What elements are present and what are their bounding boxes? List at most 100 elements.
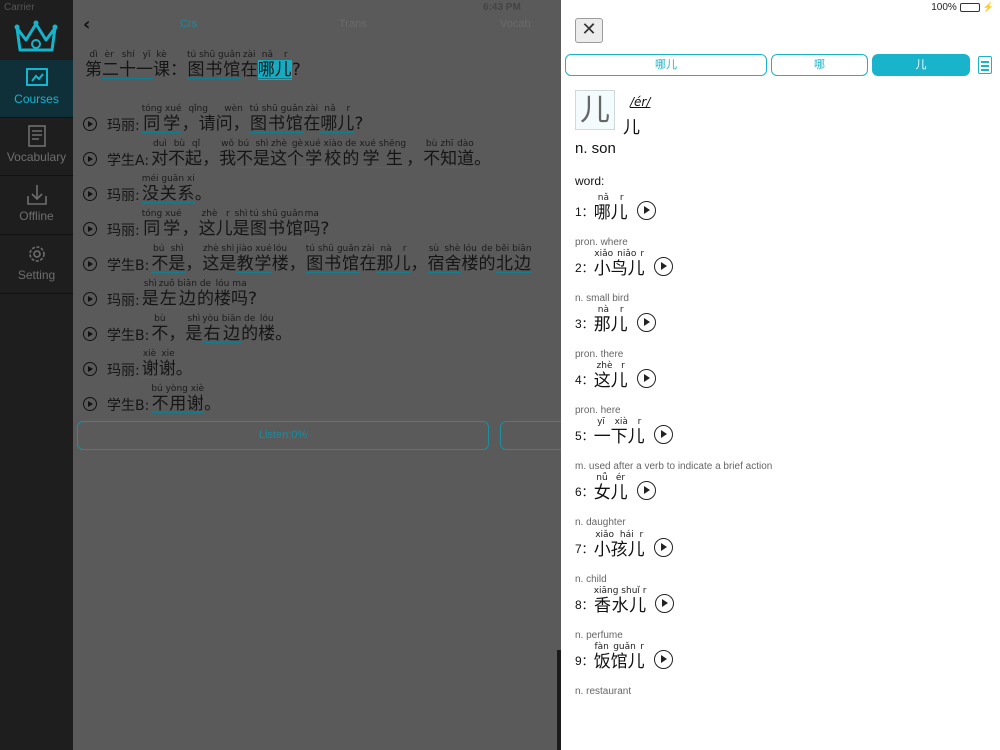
word-segment[interactable]: 不用谢bú yòng xiè xyxy=(151,384,204,413)
word-segment[interactable]: ， xyxy=(185,254,202,273)
segment-char-er[interactable]: 儿 xyxy=(872,54,970,76)
word-segment[interactable]: 知道zhī dào xyxy=(440,139,474,168)
word-segment[interactable]: ? xyxy=(248,291,257,308)
word-segment[interactable]: 教学jiào xué xyxy=(236,244,271,273)
word-segment[interactable]: 对不起duì bù qǐ xyxy=(151,139,202,168)
word-segment[interactable]: ，请问，qǐng wèn xyxy=(182,104,250,133)
word-segment[interactable]: 是shì xyxy=(142,279,159,308)
word-segment[interactable]: 图书馆tú shū guǎn xyxy=(306,244,360,273)
secondary-button[interactable] xyxy=(500,421,561,450)
word-segment[interactable]: 不bù xyxy=(423,139,440,168)
word-segment[interactable]: ， xyxy=(202,149,219,168)
sidebar-item-offline[interactable]: Offline xyxy=(0,177,73,235)
word-text[interactable]: 哪儿nǎ r xyxy=(594,193,628,223)
word-segment[interactable]: 吗ma xyxy=(303,209,320,238)
word-text[interactable]: 小孩儿xiǎo hái r xyxy=(594,530,645,560)
word-segment[interactable]: 第dì xyxy=(85,50,102,80)
word-segment[interactable]: 右边yòu biān xyxy=(202,314,241,343)
listen-button[interactable]: Listen:0% xyxy=(77,421,489,450)
word-segment[interactable]: 楼lóu xyxy=(214,279,231,308)
word-segment[interactable]: 同学tóng xué xyxy=(142,104,182,133)
play-icon[interactable] xyxy=(83,152,97,166)
tab-trans[interactable]: Trans xyxy=(339,18,367,30)
play-icon[interactable] xyxy=(83,222,97,236)
word-segment[interactable]: 的de xyxy=(197,279,214,308)
word-segment[interactable]: 是shì xyxy=(185,314,202,343)
word-segment[interactable]: 是shì xyxy=(233,209,250,238)
word-segment[interactable]: ， xyxy=(182,219,199,238)
word-text[interactable]: 女儿nǚ ér xyxy=(594,473,628,503)
word-segment[interactable]: 不是bú shì xyxy=(151,244,185,273)
word-segment[interactable]: 。 xyxy=(176,359,193,378)
word-segment[interactable]: 楼lóu xyxy=(258,314,275,343)
word-text[interactable]: 香水儿xiāng shuǐ r xyxy=(594,586,647,616)
word-segment[interactable]: 。 xyxy=(474,149,491,168)
word-segment[interactable]: 二十一èr shí yī xyxy=(102,50,153,80)
play-icon[interactable] xyxy=(655,594,675,613)
word-text[interactable]: 这儿zhè r xyxy=(594,361,628,391)
play-icon[interactable] xyxy=(83,292,97,306)
word-segment[interactable]: 学生xué shēng xyxy=(359,139,406,168)
play-icon[interactable] xyxy=(83,187,97,201)
word-segment[interactable]: 在zài xyxy=(241,50,258,80)
word-segment[interactable]: 。 xyxy=(204,394,221,413)
word-segment[interactable]: 那儿nà r xyxy=(376,244,410,273)
word-segment[interactable]: ? xyxy=(292,60,301,80)
tab-vocab[interactable]: Vocab xyxy=(500,18,531,30)
word-segment[interactable]: 不bù xyxy=(151,314,168,343)
segment-char-na[interactable]: 哪 xyxy=(771,54,868,76)
play-icon[interactable] xyxy=(83,257,97,271)
word-text[interactable]: 饭馆儿fàn guǎn r xyxy=(594,642,645,672)
word-segment[interactable]: ? xyxy=(320,221,329,238)
segment-word[interactable]: 哪儿 xyxy=(565,54,767,76)
tab-crs[interactable]: Crs xyxy=(180,18,197,30)
play-icon[interactable] xyxy=(636,369,656,388)
word-segment[interactable]: ： xyxy=(170,60,187,80)
word-segment[interactable]: 图书馆tú shū guǎn xyxy=(250,104,304,133)
word-segment[interactable]: 不是bú shì xyxy=(236,139,270,168)
word-text[interactable]: 一下儿yī xià r xyxy=(594,417,645,447)
word-segment[interactable]: 这儿zhè r xyxy=(199,209,233,238)
play-icon[interactable] xyxy=(653,257,673,276)
word-segment[interactable]: 是shì xyxy=(219,244,236,273)
play-icon[interactable] xyxy=(636,201,656,220)
word-segment[interactable]: 在zài xyxy=(359,244,376,273)
word-segment[interactable]: 图书馆tú shū guǎn xyxy=(250,209,304,238)
play-icon[interactable] xyxy=(83,117,97,131)
sidebar-item-setting[interactable]: Setting xyxy=(0,236,73,294)
back-button[interactable]: ‹ xyxy=(83,14,103,36)
word-segment[interactable]: ， xyxy=(168,324,185,343)
word-segment[interactable]: 谢谢xiè xie xyxy=(142,349,176,378)
word-segment[interactable]: 没关系méi guān xi xyxy=(142,174,195,203)
word-segment[interactable]: ， xyxy=(406,149,423,168)
play-icon[interactable] xyxy=(636,313,656,332)
word-segment[interactable]: 宿舍sù shè xyxy=(427,244,461,273)
word-segment[interactable]: 楼lóu xyxy=(461,244,478,273)
play-icon[interactable] xyxy=(83,362,97,376)
word-segment[interactable]: 同学tóng xué xyxy=(142,209,182,238)
word-segment[interactable]: 北边běi biān xyxy=(495,244,531,273)
sidebar-item-vocabulary[interactable]: Vocabulary xyxy=(0,118,73,176)
word-segment[interactable]: 。 xyxy=(275,324,292,343)
word-segment[interactable]: 左边zuǒ biān xyxy=(159,279,197,308)
word-segment[interactable]: 的de xyxy=(241,314,258,343)
play-icon[interactable] xyxy=(653,425,673,444)
word-segment[interactable]: 。 xyxy=(195,184,212,203)
word-segment[interactable]: 学校xué xiào xyxy=(304,139,342,168)
word-segment[interactable]: ， xyxy=(410,254,427,273)
sidebar-item-courses[interactable]: Courses xyxy=(0,60,73,118)
word-segment[interactable]: ， xyxy=(289,254,306,273)
character-stroke-box[interactable]: 儿 xyxy=(575,90,615,130)
word-segment[interactable]: 这个zhè gè xyxy=(270,139,304,168)
word-segment[interactable]: 图书馆tú shū guǎn xyxy=(187,50,241,80)
word-segment[interactable]: 的de xyxy=(478,244,495,273)
word-segment[interactable]: 在zài xyxy=(303,104,320,133)
notes-icon[interactable] xyxy=(978,56,992,74)
play-icon[interactable] xyxy=(636,481,656,500)
play-icon[interactable] xyxy=(653,650,673,669)
word-segment[interactable]: 哪儿nǎ r xyxy=(257,50,292,80)
word-text[interactable]: 那儿nà r xyxy=(594,305,628,335)
play-icon[interactable] xyxy=(83,327,97,341)
word-segment[interactable]: 我wǒ xyxy=(219,139,236,168)
word-segment[interactable]: ? xyxy=(354,116,363,133)
